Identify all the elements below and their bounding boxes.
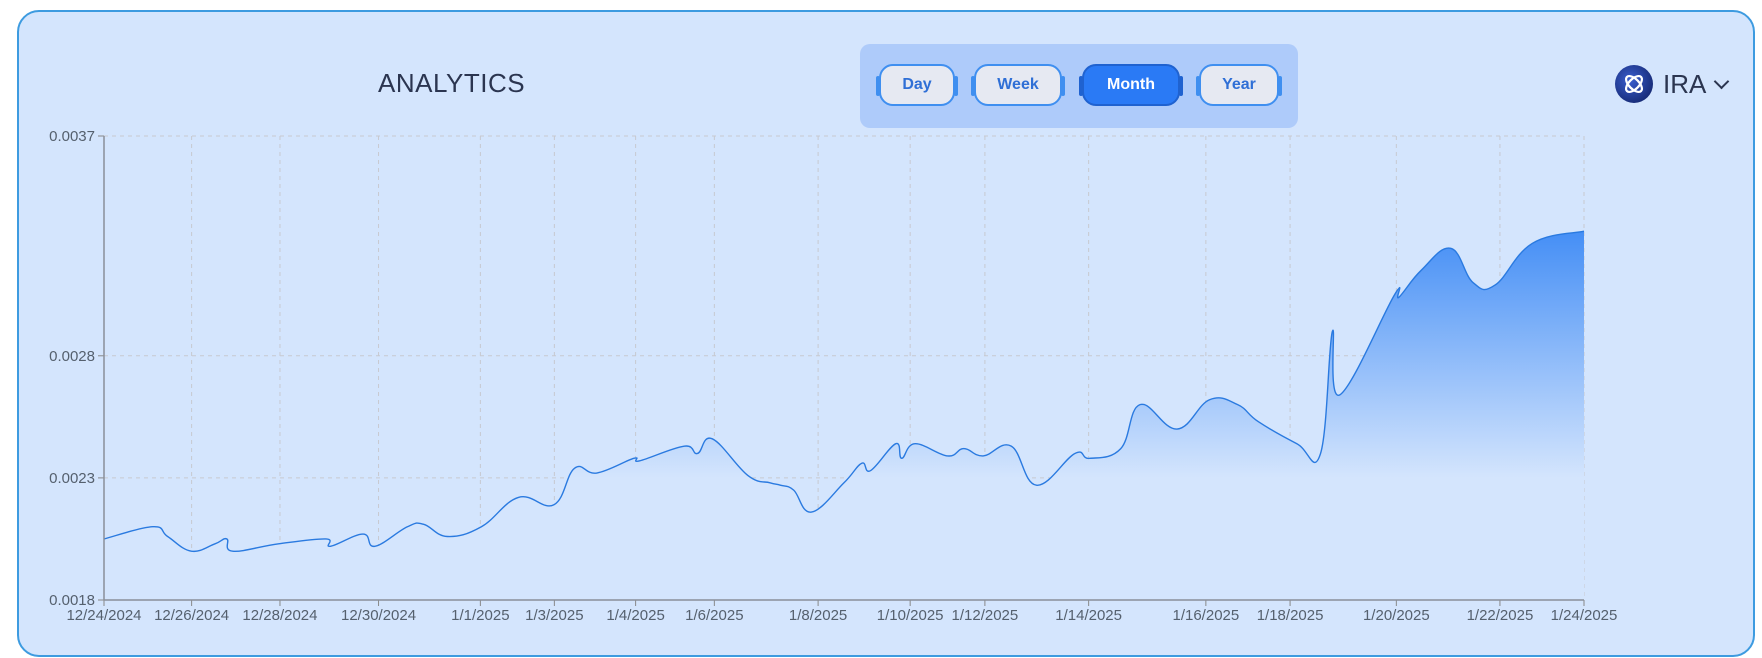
x-tick-label: 1/6/2025	[685, 607, 743, 624]
x-tick-label: 1/20/2025	[1363, 607, 1430, 624]
price-chart: 0.00180.00230.00280.003712/24/2024 12/26/…	[49, 128, 1618, 624]
y-tick-label: 0.0028	[49, 348, 95, 365]
x-tick-label: 1/18/2025	[1257, 607, 1324, 624]
x-tick-label: 1/1/2025	[451, 607, 509, 624]
series-area	[104, 231, 1584, 600]
x-tick-label: 1/12/2025	[952, 607, 1019, 624]
x-tick-label: 12/28/2024	[242, 607, 317, 624]
x-tick-label: 12/24/2024	[66, 607, 141, 624]
x-tick-label: 1/22/2025	[1467, 607, 1534, 624]
y-tick-label: 0.0037	[49, 128, 95, 145]
x-tick-label: 1/4/2025	[606, 607, 664, 624]
x-tick-label: 1/16/2025	[1172, 607, 1239, 624]
x-tick-label: 1/3/2025	[525, 607, 583, 624]
x-tick-label: 1/8/2025	[789, 607, 847, 624]
x-tick-label: 1/24/2025	[1551, 607, 1618, 624]
x-tick-label: 1/14/2025	[1055, 607, 1122, 624]
y-tick-label: 0.0023	[49, 470, 95, 487]
analytics-card: ANALYTICS Day Week Month Year IRA 0.0018…	[17, 10, 1755, 657]
x-tick-label: 12/26/2024	[154, 607, 229, 624]
x-tick-label: 12/30/2024	[341, 607, 416, 624]
x-tick-label: 1/10/2025	[877, 607, 944, 624]
